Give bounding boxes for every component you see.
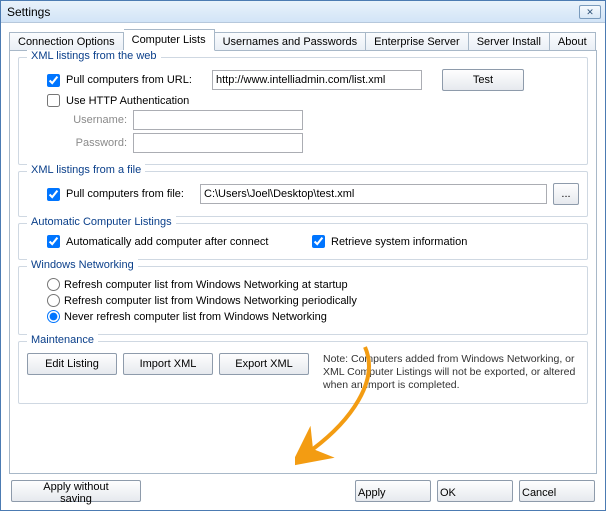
group-networking-legend: Windows Networking	[27, 259, 138, 271]
ok-button[interactable]: OK	[437, 480, 513, 502]
maintenance-note: Note: Computers added from Windows Netwo…	[315, 353, 579, 392]
tab-usernames-passwords[interactable]: Usernames and Passwords	[215, 32, 367, 52]
retrieve-sysinfo-checkbox[interactable]	[312, 235, 325, 248]
pull-from-url-checkbox[interactable]	[47, 74, 60, 87]
export-xml-button[interactable]: Export XML	[219, 353, 309, 375]
settings-window: Settings ✕ Connection Options Computer L…	[0, 0, 606, 511]
pull-from-file-label: Pull computers from file:	[66, 188, 194, 200]
auto-add-label: Automatically add computer after connect	[66, 236, 306, 248]
tab-connection-options[interactable]: Connection Options	[9, 32, 124, 52]
radio-refresh-startup[interactable]	[47, 278, 60, 291]
group-maintenance-legend: Maintenance	[27, 334, 98, 346]
radio-refresh-never-label: Never refresh computer list from Windows…	[64, 311, 327, 323]
client-area: Connection Options Computer Lists Userna…	[1, 23, 605, 510]
group-web: XML listings from the web Pull computers…	[18, 57, 588, 165]
password-input[interactable]	[133, 133, 303, 153]
tab-computer-lists[interactable]: Computer Lists	[124, 29, 215, 51]
radio-refresh-startup-label: Refresh computer list from Windows Netwo…	[64, 279, 348, 291]
group-maintenance: Maintenance Edit Listing Import XML Expo…	[18, 341, 588, 404]
username-label: Username:	[69, 114, 127, 126]
browse-button[interactable]: ...	[553, 183, 579, 205]
close-button[interactable]: ✕	[579, 5, 601, 19]
retrieve-sysinfo-label: Retrieve system information	[331, 236, 467, 248]
url-input[interactable]	[212, 70, 422, 90]
tab-strip: Connection Options Computer Lists Userna…	[9, 29, 597, 51]
password-label: Password:	[69, 137, 127, 149]
group-web-legend: XML listings from the web	[27, 50, 161, 62]
group-file: XML listings from a file Pull computers …	[18, 171, 588, 217]
pull-from-url-label: Pull computers from URL:	[66, 74, 206, 86]
radio-refresh-periodic[interactable]	[47, 294, 60, 307]
apply-without-saving-button[interactable]: Apply without saving	[11, 480, 141, 502]
tab-about[interactable]: About	[550, 32, 596, 52]
import-xml-button[interactable]: Import XML	[123, 353, 213, 375]
radio-refresh-periodic-label: Refresh computer list from Windows Netwo…	[64, 295, 357, 307]
edit-listing-button[interactable]: Edit Listing	[27, 353, 117, 375]
group-auto-legend: Automatic Computer Listings	[27, 216, 176, 228]
http-auth-checkbox[interactable]	[47, 94, 60, 107]
test-button[interactable]: Test	[442, 69, 524, 91]
tab-server-install[interactable]: Server Install	[469, 32, 550, 52]
group-file-legend: XML listings from a file	[27, 164, 145, 176]
group-networking: Windows Networking Refresh computer list…	[18, 266, 588, 335]
footer: Apply without saving Apply OK Cancel	[9, 474, 597, 504]
cancel-button[interactable]: Cancel	[519, 480, 595, 502]
username-input[interactable]	[133, 110, 303, 130]
pull-from-file-checkbox[interactable]	[47, 188, 60, 201]
tab-page-computer-lists: XML listings from the web Pull computers…	[9, 50, 597, 474]
radio-refresh-never[interactable]	[47, 310, 60, 323]
auto-add-checkbox[interactable]	[47, 235, 60, 248]
apply-button[interactable]: Apply	[355, 480, 431, 502]
titlebar: Settings ✕	[1, 1, 605, 23]
group-auto: Automatic Computer Listings Automaticall…	[18, 223, 588, 260]
file-path-input[interactable]	[200, 184, 547, 204]
http-auth-label: Use HTTP Authentication	[66, 95, 189, 107]
tab-enterprise-server[interactable]: Enterprise Server	[366, 32, 469, 52]
window-title: Settings	[5, 5, 579, 19]
